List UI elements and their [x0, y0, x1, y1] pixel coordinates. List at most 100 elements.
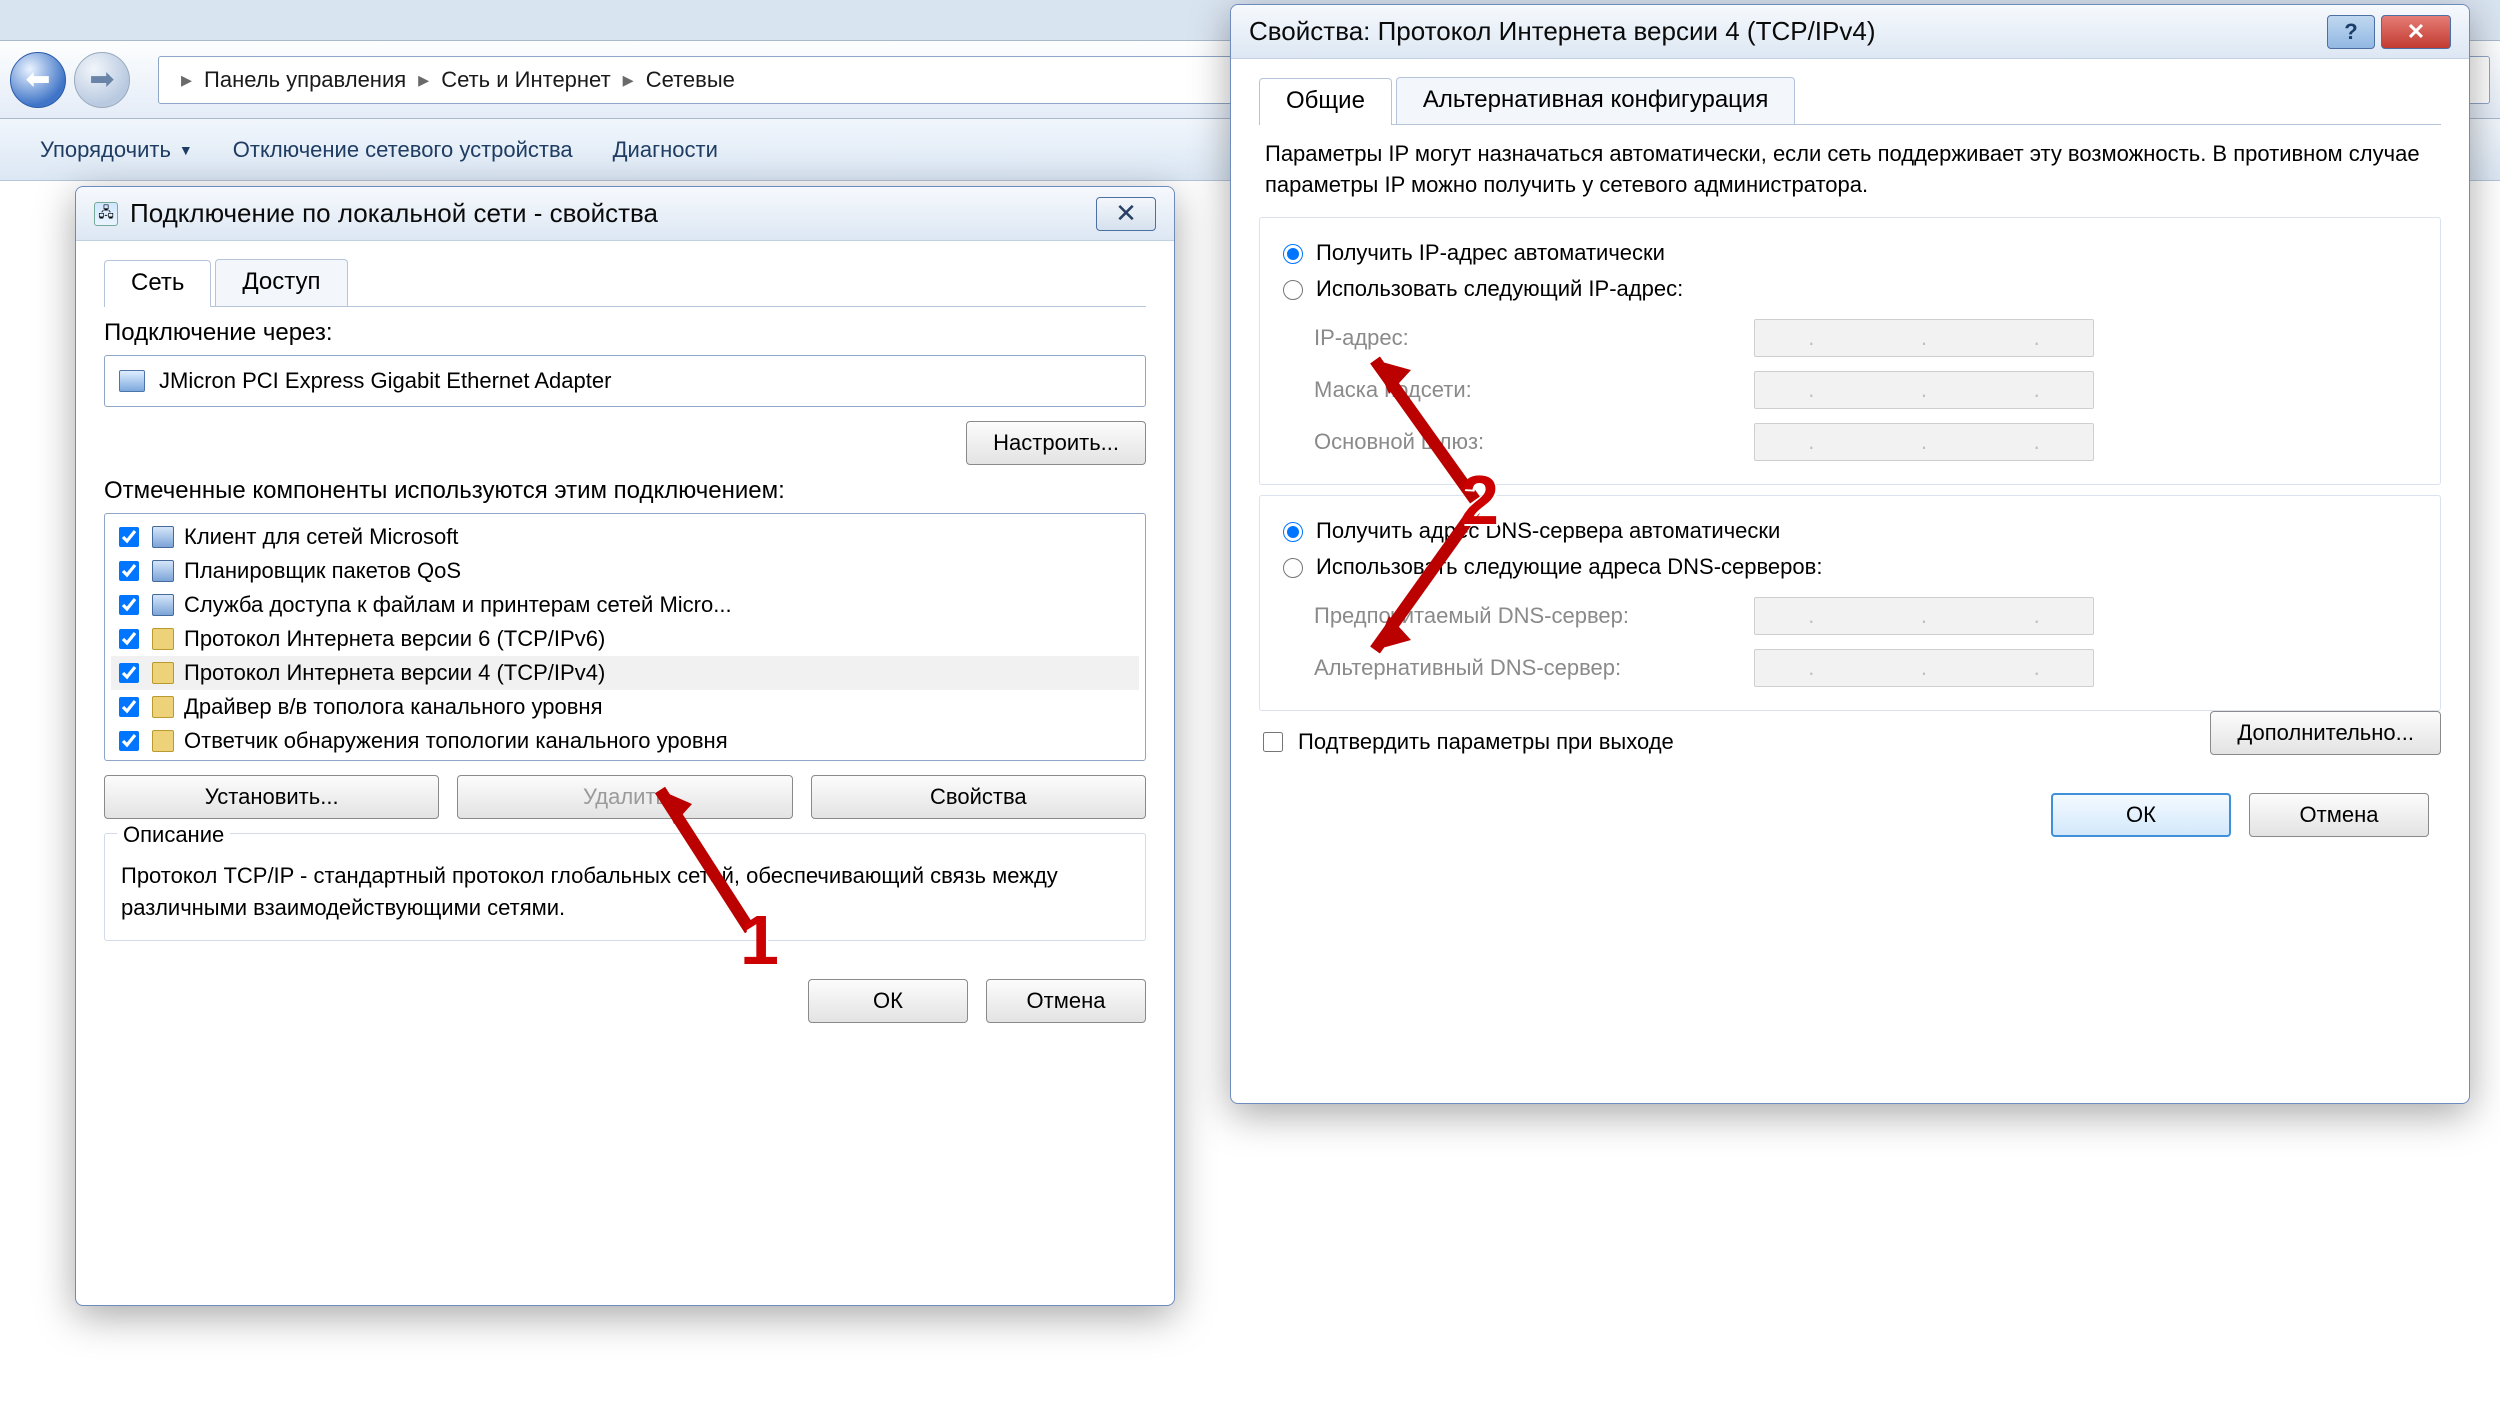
checkbox[interactable] — [119, 595, 139, 615]
window-body: Сеть Доступ Подключение через: JMicron P… — [76, 241, 1174, 965]
back-button[interactable]: ⬅ — [10, 52, 66, 108]
connect-via-label: Подключение через: — [104, 319, 1146, 347]
tab-general[interactable]: Общие — [1259, 78, 1392, 125]
list-item-label: Протокол Интернета версии 4 (TCP/IPv4) — [184, 660, 605, 686]
window-body: Общие Альтернативная конфигурация Параме… — [1231, 59, 2469, 779]
list-item-label: Протокол Интернета версии 6 (TCP/IPv6) — [184, 626, 605, 652]
breadcrumb-separator: ▸ — [418, 67, 429, 93]
install-button[interactable]: Установить... — [104, 775, 439, 819]
component-list[interactable]: Клиент для сетей Microsoft Планировщик п… — [104, 513, 1146, 761]
ip-address-input[interactable]: ... — [1754, 319, 2094, 357]
radio-label: Использовать следующие адреса DNS-сервер… — [1316, 554, 1822, 580]
ok-button[interactable]: ОК — [808, 979, 968, 1023]
forward-button[interactable]: ➡ — [74, 52, 130, 108]
tabs: Сеть Доступ — [104, 259, 1146, 307]
disable-device-button[interactable]: Отключение сетевого устройства — [233, 137, 573, 163]
intro-text: Параметры IP могут назначаться автоматич… — [1265, 139, 2435, 201]
help-button[interactable]: ? — [2327, 15, 2375, 49]
radio-dns-auto[interactable]: Получить адрес DNS-сервера автоматически — [1278, 518, 2422, 544]
subnet-mask-row: Маска подсети: ... — [1314, 364, 2422, 416]
radio[interactable] — [1283, 244, 1303, 264]
tab-alt-config[interactable]: Альтернативная конфигурация — [1396, 77, 1795, 124]
preferred-dns-input[interactable]: ... — [1754, 597, 2094, 635]
organize-menu[interactable]: Упорядочить ▼ — [40, 137, 193, 163]
list-item[interactable]: Служба доступа к файлам и принтерам сете… — [111, 588, 1139, 622]
diagnose-label: Диагности — [613, 137, 718, 163]
configure-button[interactable]: Настроить... — [966, 421, 1146, 465]
breadcrumb-separator: ▸ — [623, 67, 634, 93]
remove-button[interactable]: Удалить — [457, 775, 792, 819]
window-title: Свойства: Протокол Интернета версии 4 (T… — [1249, 16, 1875, 47]
breadcrumb-network-conns[interactable]: Сетевые — [646, 67, 735, 93]
list-item[interactable]: Ответчик обнаружения топологии канальног… — [111, 724, 1139, 758]
checkbox[interactable] — [1263, 732, 1283, 752]
disable-device-label: Отключение сетевого устройства — [233, 137, 573, 163]
checkbox[interactable] — [119, 663, 139, 683]
organize-label: Упорядочить — [40, 137, 171, 163]
checkbox[interactable] — [119, 731, 139, 751]
gateway-row: Основной шлюз: ... — [1314, 416, 2422, 468]
breadcrumb-network-internet[interactable]: Сеть и Интернет — [441, 67, 610, 93]
adapter-box[interactable]: JMicron PCI Express Gigabit Ethernet Ada… — [104, 355, 1146, 407]
radio-label: Получить IP-адрес автоматически — [1316, 240, 1665, 266]
radio-ip-auto[interactable]: Получить IP-адрес автоматически — [1278, 240, 2422, 266]
chevron-down-icon: ▼ — [179, 142, 193, 158]
titlebar[interactable]: Свойства: Протокол Интернета версии 4 (T… — [1231, 5, 2469, 59]
list-item[interactable]: Драйвер в/в тополога канального уровня — [111, 690, 1139, 724]
radio[interactable] — [1283, 280, 1303, 300]
breadcrumb-control-panel[interactable]: Панель управления — [204, 67, 406, 93]
list-item-label: Ответчик обнаружения топологии канальног… — [184, 728, 728, 754]
confirm-label: Подтвердить параметры при выходе — [1298, 729, 1674, 755]
breadcrumb-separator: ▸ — [181, 67, 192, 93]
subnet-mask-label: Маска подсети: — [1314, 377, 1734, 403]
nic-icon — [119, 370, 145, 392]
properties-button[interactable]: Свойства — [811, 775, 1146, 819]
radio[interactable] — [1283, 558, 1303, 578]
list-item[interactable]: Клиент для сетей Microsoft — [111, 520, 1139, 554]
cancel-button[interactable]: Отмена — [2249, 793, 2429, 837]
ip-address-label: IP-адрес: — [1314, 325, 1734, 351]
description-text: Протокол TCP/IP - стандартный протокол г… — [121, 860, 1129, 924]
tab-network[interactable]: Сеть — [104, 260, 211, 307]
radio-ip-manual[interactable]: Использовать следующий IP-адрес: — [1278, 276, 2422, 302]
radio-label: Получить адрес DNS-сервера автоматически — [1316, 518, 1780, 544]
alt-dns-input[interactable]: ... — [1754, 649, 2094, 687]
window-title: Подключение по локальной сети - свойства — [130, 198, 658, 229]
close-button[interactable]: ✕ — [1096, 197, 1156, 231]
subnet-mask-input[interactable]: ... — [1754, 371, 2094, 409]
description-group: Описание Протокол TCP/IP - стандартный п… — [104, 833, 1146, 941]
connection-properties-window: 🖧 Подключение по локальной сети - свойст… — [75, 186, 1175, 1306]
close-button[interactable]: ✕ — [2381, 15, 2451, 49]
list-item[interactable]: Протокол Интернета версии 6 (TCP/IPv6) — [111, 622, 1139, 656]
ok-button[interactable]: ОК — [2051, 793, 2231, 837]
alt-dns-label: Альтернативный DNS-сервер: — [1314, 655, 1734, 681]
advanced-button[interactable]: Дополнительно... — [2210, 711, 2441, 755]
diagnose-button[interactable]: Диагности — [613, 137, 718, 163]
checkbox[interactable] — [119, 527, 139, 547]
cancel-button[interactable]: Отмена — [986, 979, 1146, 1023]
list-item-label: Клиент для сетей Microsoft — [184, 524, 458, 550]
protocol-icon — [152, 696, 174, 718]
checkbox[interactable] — [119, 697, 139, 717]
gateway-input[interactable]: ... — [1754, 423, 2094, 461]
protocol-icon — [152, 730, 174, 752]
list-item-ipv4[interactable]: Протокол Интернета версии 4 (TCP/IPv4) — [111, 656, 1139, 690]
radio-dns-manual[interactable]: Использовать следующие адреса DNS-сервер… — [1278, 554, 2422, 580]
radio[interactable] — [1283, 522, 1303, 542]
tabs: Общие Альтернативная конфигурация — [1259, 77, 2441, 125]
alt-dns-row: Альтернативный DNS-сервер: ... — [1314, 642, 2422, 694]
ipv4-properties-window: Свойства: Протокол Интернета версии 4 (T… — [1230, 4, 2470, 1104]
preferred-dns-label: Предпочитаемый DNS-сервер: — [1314, 603, 1734, 629]
protocol-icon — [152, 628, 174, 650]
service-icon — [152, 594, 174, 616]
preferred-dns-row: Предпочитаемый DNS-сервер: ... — [1314, 590, 2422, 642]
client-icon — [152, 526, 174, 548]
checkbox[interactable] — [119, 561, 139, 581]
gateway-label: Основной шлюз: — [1314, 429, 1734, 455]
titlebar[interactable]: 🖧 Подключение по локальной сети - свойст… — [76, 187, 1174, 241]
ip-address-row: IP-адрес: ... — [1314, 312, 2422, 364]
protocol-icon — [152, 662, 174, 684]
list-item[interactable]: Планировщик пакетов QoS — [111, 554, 1139, 588]
tab-sharing[interactable]: Доступ — [215, 259, 347, 306]
checkbox[interactable] — [119, 629, 139, 649]
